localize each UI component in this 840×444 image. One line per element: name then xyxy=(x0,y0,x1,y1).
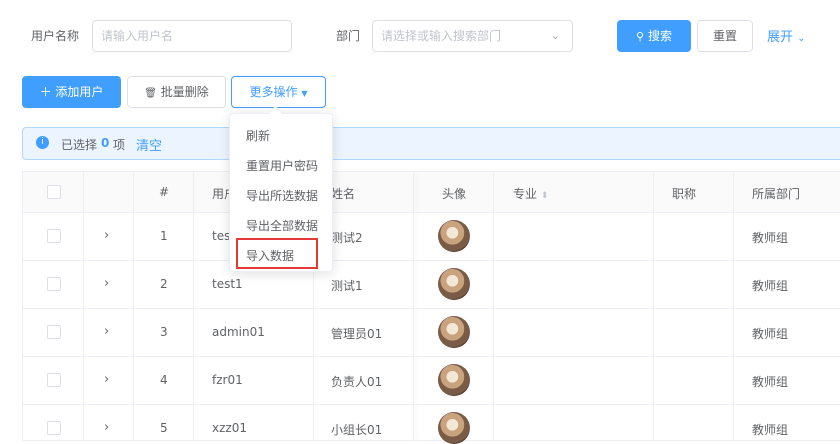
row-name: 测试2 xyxy=(331,231,363,245)
reset-button[interactable]: 重置 xyxy=(697,20,753,52)
menu-item-refresh[interactable]: 刷新 xyxy=(246,127,270,144)
info-icon: i xyxy=(36,136,49,149)
row-dept: 教师组 xyxy=(752,423,789,437)
menu-item-export-selected[interactable]: 导出所选数据 xyxy=(246,187,318,204)
clear-selection-link[interactable]: 清空 xyxy=(136,135,162,154)
row-dept: 教师组 xyxy=(752,279,789,293)
row-name: 负责人01 xyxy=(331,375,383,389)
menu-item-export-all[interactable]: 导出全部数据 xyxy=(246,217,318,234)
row-name: 测试1 xyxy=(331,279,363,293)
selection-count: 0 xyxy=(101,136,110,150)
avatar xyxy=(438,316,470,348)
search-button-label: 搜索 xyxy=(647,29,672,43)
username-placeholder: 请输入用户名 xyxy=(101,29,174,43)
row-dept: 教师组 xyxy=(752,231,789,245)
username-input[interactable]: 请输入用户名 xyxy=(92,20,292,52)
batch-delete-button[interactable]: 🗑 批量删除 xyxy=(127,76,226,108)
row-checkbox[interactable] xyxy=(47,277,61,291)
row-index: 3 xyxy=(160,325,168,339)
row-dept: 教师组 xyxy=(752,327,789,341)
col-major[interactable]: 专业 ⬍ xyxy=(513,185,548,202)
caret-down-icon: ▼ xyxy=(301,89,308,98)
row-username: admin01 xyxy=(212,325,265,339)
row-checkbox[interactable] xyxy=(47,373,61,387)
row-username: test1 xyxy=(212,277,243,291)
row-checkbox[interactable] xyxy=(47,325,61,339)
row-name: 管理员01 xyxy=(331,327,383,341)
users-table: # 用户 姓名 头像 专业 ⬍ 职称 所属部门 › 1 test 测试2 教师组… xyxy=(22,171,840,444)
menu-item-reset-password[interactable]: 重置用户密码 xyxy=(246,157,318,174)
row-dept: 教师组 xyxy=(752,375,789,389)
row-username: fzr01 xyxy=(212,373,243,387)
col-title: 职称 xyxy=(672,187,697,201)
avatar xyxy=(438,268,470,300)
col-index: # xyxy=(159,185,170,199)
sort-icon[interactable]: ⬍ xyxy=(541,191,549,201)
selection-suffix: 项 xyxy=(113,138,126,152)
batch-delete-label: 批量删除 xyxy=(160,85,209,99)
row-checkbox[interactable] xyxy=(47,421,61,435)
row-index: 2 xyxy=(160,277,168,291)
avatar xyxy=(438,364,470,396)
row-index: 4 xyxy=(160,373,168,387)
row-username: xzz01 xyxy=(212,421,247,435)
add-user-button[interactable]: ＋ 添加用户 xyxy=(22,76,121,108)
trash-icon: 🗑 xyxy=(144,88,157,99)
add-user-label: 添加用户 xyxy=(55,85,104,99)
avatar xyxy=(438,412,470,444)
reset-button-label: 重置 xyxy=(712,29,737,43)
plus-icon: ＋ xyxy=(39,85,52,99)
username-label: 用户名称 xyxy=(31,29,80,43)
selection-prefix: 已选择 xyxy=(61,138,98,152)
expand-row-chevron-icon[interactable]: › xyxy=(104,228,109,243)
row-index: 1 xyxy=(160,229,168,243)
expand-row-chevron-icon[interactable]: › xyxy=(104,420,109,435)
avatar xyxy=(438,220,470,252)
dept-placeholder: 请选择或输入搜索部门 xyxy=(381,29,502,43)
row-checkbox[interactable] xyxy=(47,229,61,243)
col-name[interactable]: 姓名 xyxy=(331,185,355,202)
table-header xyxy=(23,172,840,212)
col-dept: 所属部门 xyxy=(752,187,801,201)
more-actions-button[interactable]: 更多操作 ▼ xyxy=(231,76,326,108)
expand-label: 展开 xyxy=(767,30,794,45)
chevron-down-icon: ⌄ xyxy=(550,29,560,42)
row-index: 5 xyxy=(160,421,168,435)
chevron-down-icon: ⌄ xyxy=(797,33,806,44)
expand-link[interactable]: 展开 ⌄ xyxy=(767,26,806,45)
expand-row-chevron-icon[interactable]: › xyxy=(104,372,109,387)
expand-row-chevron-icon[interactable]: › xyxy=(104,276,109,291)
col-avatar: 头像 xyxy=(442,187,467,201)
search-icon: ⚲ xyxy=(636,30,645,43)
search-button[interactable]: ⚲ 搜索 xyxy=(617,20,691,52)
dept-label: 部门 xyxy=(336,29,361,43)
col-major-label: 专业 xyxy=(513,187,538,201)
more-actions-label: 更多操作 xyxy=(249,85,298,99)
highlight-box xyxy=(236,238,318,269)
expand-row-chevron-icon[interactable]: › xyxy=(104,324,109,339)
select-all-checkbox[interactable] xyxy=(47,185,61,199)
row-name: 小组长01 xyxy=(331,423,383,437)
dept-select[interactable]: 请选择或输入搜索部门 ⌄ xyxy=(372,20,573,52)
selection-alert: i 已选择 0 项 清空 xyxy=(22,127,840,160)
